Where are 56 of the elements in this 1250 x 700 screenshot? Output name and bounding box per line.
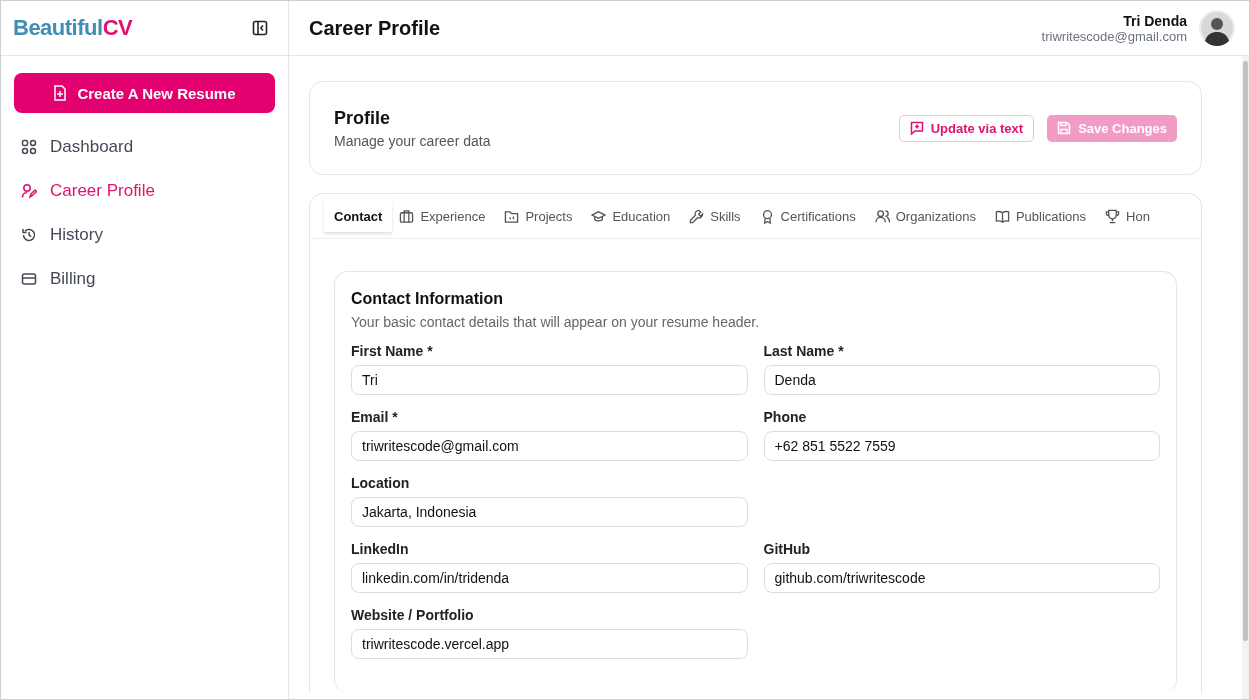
sidebar-item[interactable]: History <box>14 215 275 255</box>
wrench-icon <box>689 208 705 224</box>
sidebar-item[interactable]: Billing <box>14 259 275 299</box>
user-name: Tri Denda <box>1123 12 1187 29</box>
logo: BeautifulCV <box>13 15 133 41</box>
history-icon <box>21 227 37 243</box>
input-field[interactable]: github.com/triwritescode <box>763 563 1160 593</box>
scrollbar[interactable] <box>1242 56 1249 699</box>
sidebar-item[interactable]: Career Profile <box>14 171 275 211</box>
field-label: First Name * <box>351 343 434 359</box>
book-icon <box>994 208 1010 224</box>
folder-icon <box>504 208 520 224</box>
input-field[interactable]: +62 851 5522 7559 <box>763 431 1160 461</box>
input-field[interactable]: triwritescode.vercel.app <box>351 629 748 659</box>
input-field[interactable]: Tri <box>351 365 748 395</box>
file-plus-icon <box>53 85 68 101</box>
tab[interactable]: Publications <box>994 200 1087 232</box>
field-label: Phone <box>763 409 808 425</box>
card-icon <box>21 271 37 287</box>
tab[interactable]: Contact <box>324 200 393 232</box>
grid-icon <box>21 139 37 155</box>
input-field[interactable]: Jakarta, Indonesia <box>351 497 748 527</box>
sidebar-collapse-icon[interactable] <box>252 20 268 36</box>
field-label: LinkedIn <box>351 541 410 557</box>
profile-subtitle: Manage your career data <box>334 132 491 149</box>
tab[interactable]: Experience <box>399 200 486 232</box>
section-title: Contact Information <box>351 290 504 308</box>
tab[interactable]: Skills <box>689 200 741 232</box>
users-icon <box>874 208 890 224</box>
field-label: Last Name * <box>763 343 845 359</box>
tab[interactable]: Projects <box>504 200 573 232</box>
save-icon <box>1057 121 1072 135</box>
tab[interactable]: Organizations <box>874 200 976 232</box>
tab[interactable]: Education <box>591 200 671 232</box>
trophy-icon <box>1105 208 1121 224</box>
create-resume-button[interactable]: Create A New Resume <box>14 73 275 113</box>
field-label: Email * <box>351 409 399 425</box>
user-email: triwritescode@gmail.com <box>1041 28 1187 44</box>
message-plus-icon <box>909 121 924 135</box>
section-description: Your basic contact details that will appear on your resume header. <box>351 314 761 330</box>
tab[interactable]: Hon <box>1105 200 1150 232</box>
field-label: GitHub <box>763 541 812 557</box>
input-field[interactable]: linkedin.com/in/tridenda <box>351 563 748 593</box>
page-title: Career Profile <box>309 16 441 40</box>
sidebar-item[interactable]: Dashboard <box>14 127 275 167</box>
input-field[interactable]: triwritescode@gmail.com <box>351 431 748 461</box>
briefcase-icon <box>399 208 415 224</box>
update-button[interactable]: Update via text <box>898 114 1035 142</box>
field-label: Location <box>351 475 411 491</box>
avatar[interactable] <box>1199 10 1235 46</box>
graduation-cap-icon <box>591 208 607 224</box>
field-label: Website / Portfolio <box>351 607 475 623</box>
user-pen-icon <box>21 183 37 199</box>
profile-title: Profile <box>334 107 391 129</box>
tab[interactable]: Certifications <box>759 200 856 232</box>
input-field[interactable]: Denda <box>763 365 1160 395</box>
